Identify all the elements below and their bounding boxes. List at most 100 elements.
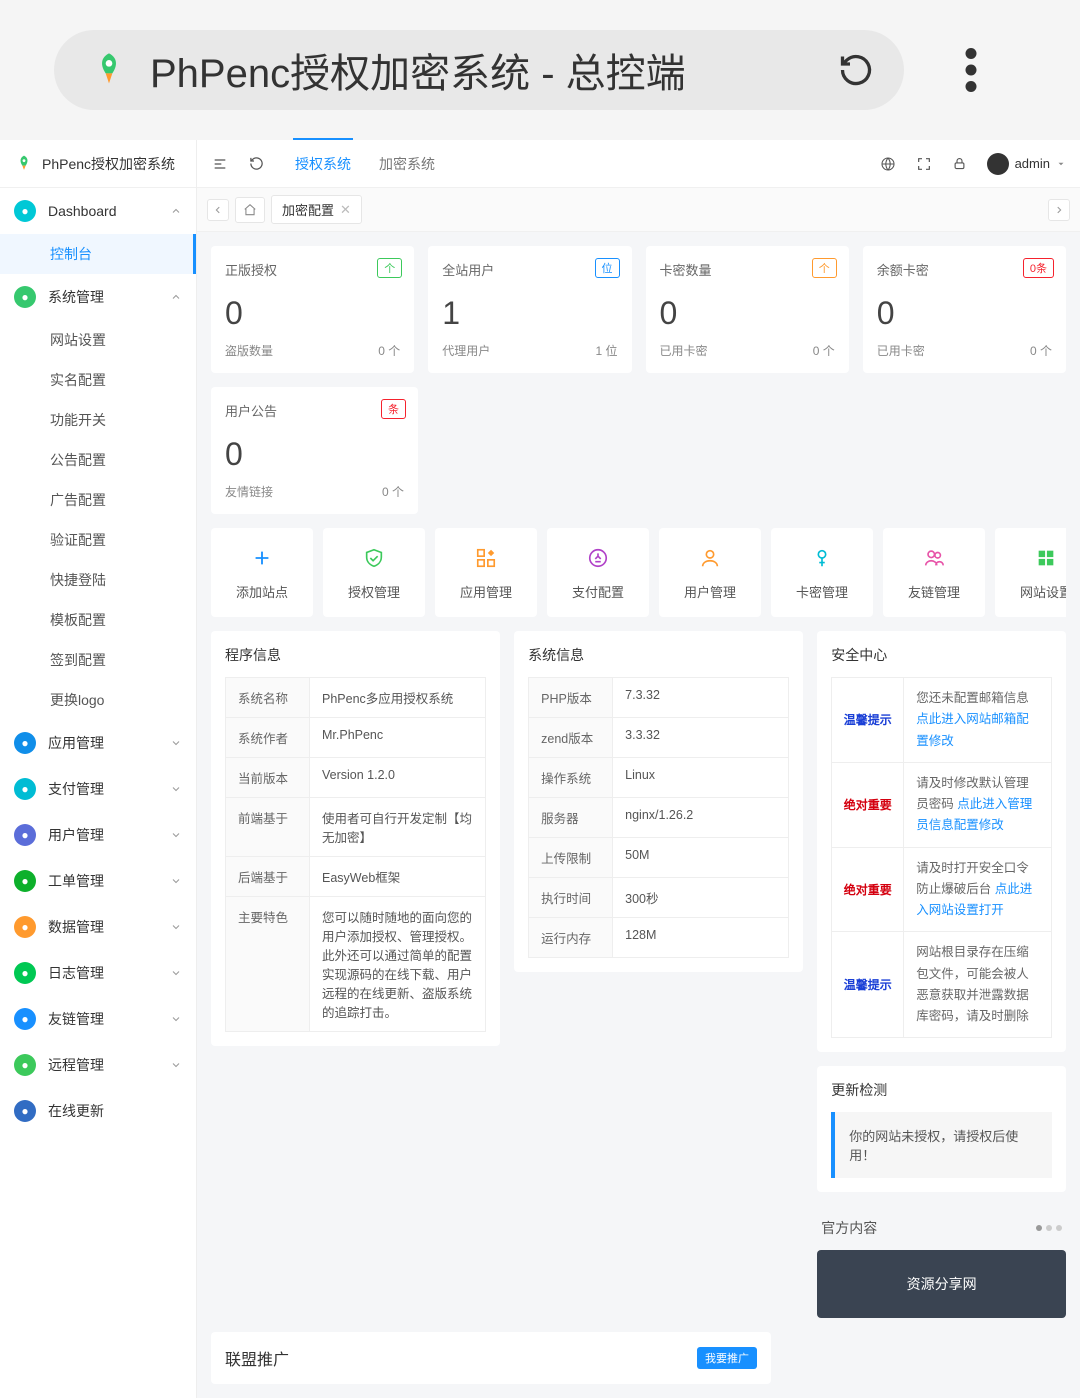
globe-icon[interactable] [879,155,897,173]
sidebar-item-1[interactable]: ●系统管理 [0,274,196,320]
user-menu[interactable]: admin [987,153,1066,175]
breadcrumb-tabs: 加密配置 ✕ [197,188,1080,232]
security-link[interactable]: 点此进入网站邮箱配置修改 [916,712,1029,747]
stat-sub-label: 盗版数量 [225,342,273,359]
breadcrumb-home-icon[interactable] [235,197,265,223]
sidebar-item-0[interactable]: ●Dashboard [0,188,196,234]
site-favicon-icon [84,45,134,95]
sidebar-icon: ● [14,1054,36,1076]
quick-action[interactable]: 网站设置 [995,528,1066,617]
sidebar-item-3[interactable]: ●支付管理 [0,766,196,812]
promo-panel: 联盟推广 我要推广 [211,1332,771,1384]
sidebar-child[interactable]: 更换logo [0,680,196,720]
stat-sub-label: 已用卡密 [877,342,925,359]
quick-icon [889,544,979,572]
security-tag: 温馨提示 [832,678,904,762]
breadcrumb-next-icon[interactable] [1048,199,1070,221]
url-bar[interactable]: PhPenc授权加密系统 - 总控端 [54,30,904,110]
table-row: 服务器nginx/1.26.2 [529,798,789,838]
sidebar-child[interactable]: 网站设置 [0,320,196,360]
sidebar-item-6[interactable]: ●数据管理 [0,904,196,950]
top-tabs: 授权系统 加密系统 [293,140,437,188]
quick-action[interactable]: 添加站点 [211,528,313,617]
sidebar-item-7[interactable]: ● 日志管理 [0,950,196,996]
official-card[interactable]: 资源分享网 [817,1250,1066,1318]
table-row: 操作系统Linux [529,758,789,798]
sidebar-icon: ● [14,824,36,846]
quick-action[interactable]: 应用管理 [435,528,537,617]
table-row: 运行内存128M [529,918,789,958]
promo-button[interactable]: 我要推广 [697,1347,757,1369]
refresh-icon[interactable] [247,155,265,173]
close-tab-icon[interactable]: ✕ [340,202,351,218]
quick-action[interactable]: 友链管理 [883,528,985,617]
fullscreen-icon[interactable] [915,155,933,173]
sidebar-item-2[interactable]: ●应用管理 [0,720,196,766]
quick-label: 应用管理 [441,582,531,601]
quick-action[interactable]: 用户管理 [659,528,761,617]
security-link[interactable]: 点此进入网站设置打开 [916,882,1032,917]
stat-badge: 个 [812,258,837,278]
collapse-sidebar-icon[interactable] [211,155,229,173]
row-key: 上传限制 [529,838,613,878]
sidebar-child[interactable]: 快捷登陆 [0,560,196,600]
quick-icon [329,544,419,572]
row-value: PhPenc多应用授权系统 [310,678,486,718]
breadcrumb-tab[interactable]: 加密配置 ✕ [271,195,362,224]
sidebar-child[interactable]: 功能开关 [0,400,196,440]
row-value: nginx/1.26.2 [613,798,789,838]
reload-icon[interactable] [838,52,874,88]
sidebar-item-10[interactable]: ●在线更新 [0,1088,196,1134]
sidebar-child[interactable]: 控制台 [0,234,196,274]
sidebar-child[interactable]: 签到配置 [0,640,196,680]
panel-title: 联盟推广 [225,1346,289,1370]
sidebar-child[interactable]: 实名配置 [0,360,196,400]
stat-card: 全站用户位1代理用户1 位 [428,246,631,373]
row-key: 当前版本 [226,758,310,798]
panel-title: 更新检测 [831,1080,1052,1100]
sidebar-item-5[interactable]: ●工单管理 [0,858,196,904]
security-row: 绝对重要请及时修改默认管理员密码 点此进入管理员信息配置修改 [831,762,1052,847]
table-row: 主要特色您可以随时随地的面向您的用户添加授权、管理授权。此外还可以通过简单的配置… [226,897,486,1032]
stat-sub-label: 友情链接 [225,483,273,500]
sidebar-child[interactable]: 广告配置 [0,480,196,520]
security-link[interactable]: 点此进入管理员信息配置修改 [916,797,1032,832]
sidebar-child[interactable]: 验证配置 [0,520,196,560]
breadcrumb-prev-icon[interactable] [207,199,229,221]
sidebar-logo[interactable]: PhPenc授权加密系统 [0,140,196,188]
logo-rocket-icon [14,154,34,174]
stat-title: 全站用户 [442,260,617,279]
quick-label: 添加站点 [217,582,307,601]
sidebar-label: 数据管理 [48,917,158,937]
sidebar-child[interactable]: 模板配置 [0,600,196,640]
browser-menu-icon[interactable] [964,48,978,92]
chevron-down-icon [1056,159,1066,169]
stat-title: 用户公告 [225,401,404,420]
sidebar-icon: ● [14,962,36,984]
quick-action[interactable]: 支付配置 [547,528,649,617]
security-tag: 绝对重要 [832,763,904,847]
quick-icon [665,544,755,572]
tab-encrypt-system[interactable]: 加密系统 [377,140,437,188]
quick-action[interactable]: 卡密管理 [771,528,873,617]
quick-label: 用户管理 [665,582,755,601]
stat-sub-value: 0 个 [813,342,835,359]
sidebar-label: 日志管理 [48,963,158,983]
sidebar-label: Dashboard [48,203,158,219]
sidebar-icon: ● [14,870,36,892]
stat-badge: 个 [377,258,402,278]
security-text: 您还未配置邮箱信息 点此进入网站邮箱配置修改 [904,678,1051,762]
security-panel: 安全中心 温馨提示您还未配置邮箱信息 点此进入网站邮箱配置修改绝对重要请及时修改… [817,631,1066,1052]
stat-card: 用户公告条0友情链接0 个 [211,387,418,514]
sidebar-item-4[interactable]: ●用户管理 [0,812,196,858]
sidebar-child[interactable]: 公告配置 [0,440,196,480]
quick-label: 友链管理 [889,582,979,601]
tab-auth-system[interactable]: 授权系统 [293,138,353,188]
sidebar-item-9[interactable]: ●远程管理 [0,1042,196,1088]
row-key: 执行时间 [529,878,613,918]
stat-value: 1 [442,295,617,332]
quick-action[interactable]: 授权管理 [323,528,425,617]
sidebar-item-8[interactable]: ●友链管理 [0,996,196,1042]
lock-icon[interactable] [951,155,969,173]
carousel-dots[interactable] [1036,1225,1062,1231]
